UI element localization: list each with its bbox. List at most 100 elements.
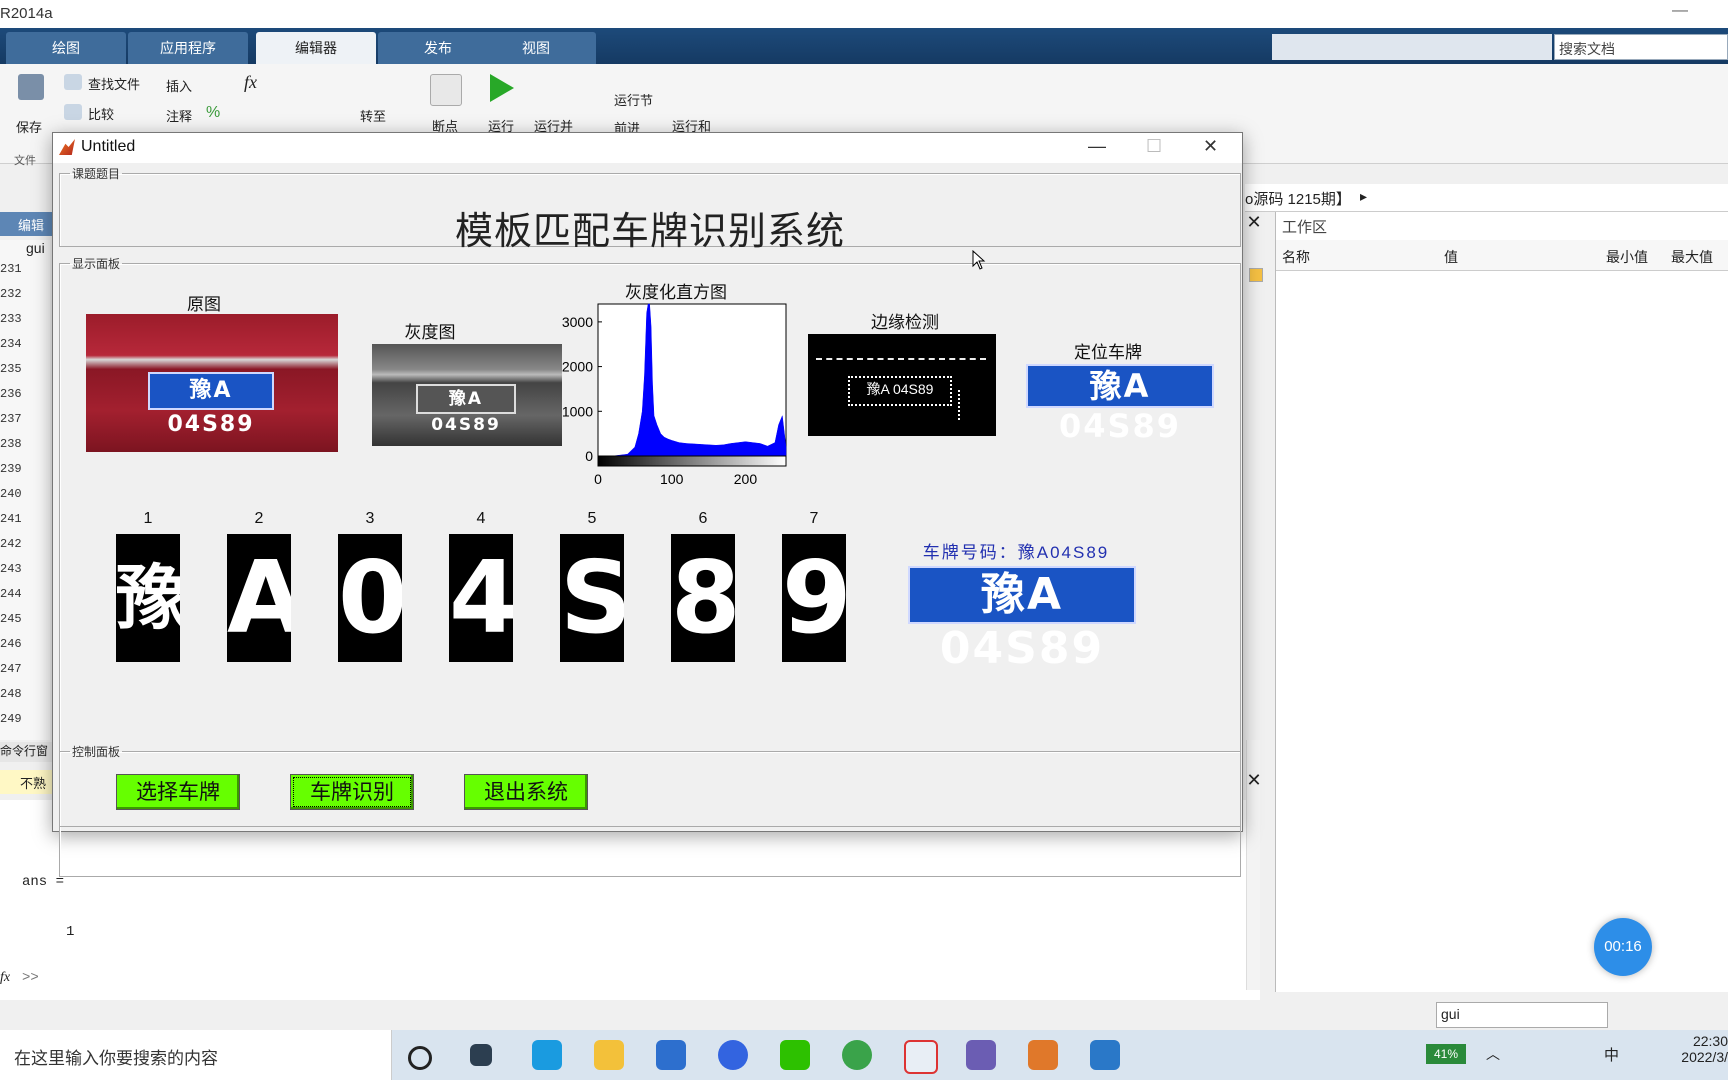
workspace-filter-input[interactable]: gui [1436, 1002, 1608, 1028]
editor-scrollbar[interactable] [1245, 260, 1267, 730]
clock-time: 22:30 [1692, 1033, 1728, 1049]
app-l-icon[interactable] [718, 1040, 748, 1070]
chevron-right-icon[interactable]: ▸ [1360, 188, 1367, 205]
editor-line-number: 240 [0, 487, 22, 501]
taskbar-clock[interactable]: 22:30 2022/3/ [1670, 1033, 1728, 1065]
system-title: 模板匹配车牌识别系统 [454, 211, 845, 253]
editor-line-number: 242 [0, 537, 22, 551]
histogram-x-tick-label: 100 [660, 471, 684, 486]
located-plate: 豫A 04S89 [1026, 364, 1214, 445]
char-image: 4 [449, 534, 513, 662]
breakpoint-icon [430, 74, 462, 106]
current-folder-path[interactable]: o源码 1215期】 ▸ [1245, 184, 1728, 212]
title-panel: 课题题目 模板匹配车牌识别系统 [59, 165, 1241, 253]
control-panel-legend: 控制面板 [72, 745, 121, 759]
tab-apps[interactable]: 应用程序 [128, 32, 248, 64]
editor-line-number: 238 [0, 437, 22, 451]
char-number: 7 [809, 510, 819, 527]
editor-line-number: 241 [0, 512, 22, 526]
col-max[interactable]: 最大值 [1671, 247, 1713, 267]
app-photos-icon[interactable] [966, 1040, 996, 1070]
goto-button[interactable]: 转至 [360, 106, 386, 125]
tab-view[interactable]: 视图 [476, 32, 596, 64]
char-image: 0 [338, 534, 402, 662]
display-panel-legend: 显示面板 [72, 257, 121, 271]
recording-timer[interactable]: 00:16 [1594, 918, 1652, 976]
histogram-x-tick-label: 200 [734, 471, 758, 486]
close-command-icon[interactable]: ✕ [1243, 770, 1265, 794]
save-label[interactable]: 保存 [16, 117, 42, 136]
find-files-button[interactable]: 查找文件 [88, 74, 140, 93]
editor-line-number: 236 [0, 387, 22, 401]
col-value[interactable]: 值 [1444, 247, 1458, 267]
editor-line-number: 245 [0, 612, 22, 626]
select-plate-button[interactable]: 选择车牌 [116, 774, 240, 810]
char-image: 9 [782, 534, 846, 662]
file-explorer-icon[interactable] [594, 1040, 624, 1070]
editor-line-number: 243 [0, 562, 22, 576]
mouse-cursor-icon [972, 250, 986, 270]
quick-access-toolbar[interactable] [1272, 34, 1552, 60]
matlab-icon[interactable] [1028, 1040, 1058, 1070]
editor-line-number: 248 [0, 687, 22, 701]
file-group-label: 文件 [14, 155, 36, 167]
percent-icon[interactable]: % [206, 104, 220, 122]
tab-editor[interactable]: 编辑器 [256, 32, 376, 64]
editor-line-number: 247 [0, 662, 22, 676]
editor-gutter: 231 232 233 234 235 236 237 238 239 240 … [0, 240, 50, 740]
chevron-up-icon[interactable]: ︿ [1486, 1044, 1500, 1064]
run-section-button[interactable]: 运行节 [614, 90, 653, 109]
run-icon [490, 74, 514, 102]
task-view-icon[interactable] [470, 1044, 492, 1066]
exit-system-button[interactable]: 退出系统 [464, 774, 588, 810]
command-prompt[interactable]: >> [22, 970, 39, 986]
image-viewer-icon[interactable] [1090, 1040, 1120, 1070]
wechat-icon[interactable] [780, 1040, 810, 1070]
histogram-y-tick-label: 2000 [562, 359, 593, 375]
comment-button[interactable]: 注释 [166, 106, 192, 125]
figure-titlebar: Untitled — ☐ ✕ [53, 133, 1242, 163]
col-name[interactable]: 名称 [1282, 247, 1310, 267]
ime-indicator[interactable]: 中 [1604, 1044, 1619, 1065]
clock-date: 2022/3/ [1681, 1049, 1728, 1065]
char-image: 8 [671, 534, 735, 662]
browser-icon[interactable] [842, 1040, 872, 1070]
battery-indicator[interactable]: 41% [1426, 1044, 1466, 1064]
original-image: 豫A 04S89 [86, 314, 338, 452]
gray-plate: 豫A 04S89 [416, 384, 516, 435]
col-min[interactable]: 最小值 [1606, 247, 1648, 267]
workspace-panel: 工作区 名称 值 最小值 最大值 gui [1275, 212, 1728, 1028]
insert-button[interactable]: 插入 [166, 76, 192, 95]
snipping-icon[interactable] [904, 1040, 938, 1074]
figure-minimize-button[interactable]: — [1088, 136, 1106, 157]
figure-close-button[interactable]: ✕ [1203, 136, 1218, 157]
taskbar-search-input[interactable]: 在这里输入你要搜索的内容 [0, 1030, 392, 1080]
figure-maximize-button[interactable]: ☐ [1146, 136, 1162, 157]
ans-label: ans = [22, 874, 65, 890]
close-icon[interactable]: ✕ [1243, 212, 1265, 236]
cortana-icon[interactable] [408, 1046, 432, 1070]
char-number: 2 [254, 510, 264, 527]
compare-button[interactable]: 比较 [88, 104, 114, 123]
edge-icon[interactable] [532, 1040, 562, 1070]
result-label: 车牌号码：豫A04S89 [922, 543, 1110, 562]
editor-line-number: 235 [0, 362, 22, 376]
tab-plots[interactable]: 绘图 [6, 32, 126, 64]
histogram-y-tick-label: 0 [585, 448, 593, 464]
minimize-button[interactable]: — [1672, 2, 1688, 20]
save-icon[interactable] [18, 74, 44, 100]
char-image: A [227, 534, 291, 662]
char-number: 6 [698, 510, 708, 527]
editor-file-tab[interactable]: gui [26, 240, 45, 256]
recognize-plate-button[interactable]: 车牌识别 [290, 774, 414, 810]
editor-line-number: 232 [0, 287, 22, 301]
editor-tab[interactable]: 编辑 [0, 212, 52, 236]
fx-icon[interactable]: fx [244, 72, 257, 93]
title-panel-legend: 课题题目 [72, 167, 121, 181]
char-number: 4 [476, 510, 486, 527]
gray-image: 豫A 04S89 [372, 344, 562, 446]
search-docs-input[interactable]: 搜索文档 [1554, 34, 1728, 60]
mail-icon[interactable] [656, 1040, 686, 1070]
folder-path-text: o源码 1215期】 [1245, 191, 1351, 208]
grayscale-colorbar [597, 455, 787, 467]
